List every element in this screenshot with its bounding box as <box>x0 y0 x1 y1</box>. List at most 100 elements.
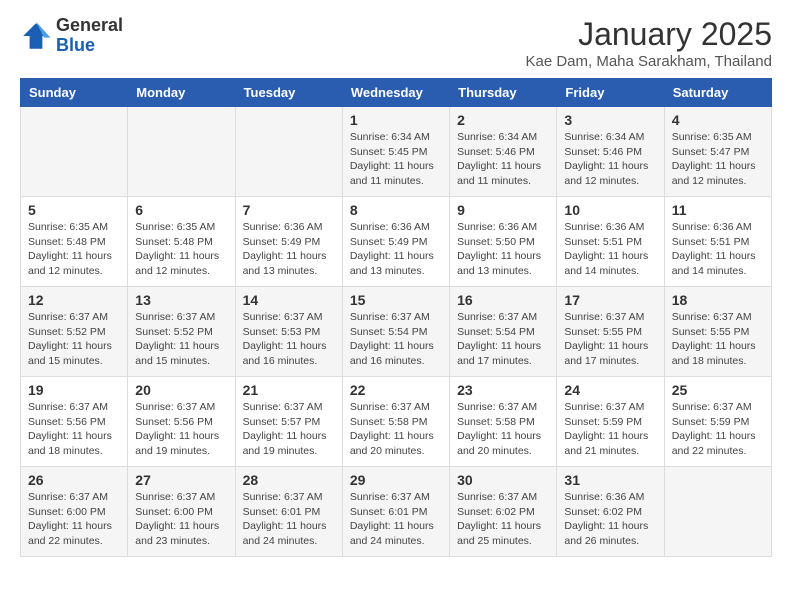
day-info: Sunrise: 6:36 AM Sunset: 6:02 PM Dayligh… <box>564 490 656 549</box>
day-info: Sunrise: 6:35 AM Sunset: 5:48 PM Dayligh… <box>135 220 227 279</box>
month-title: January 2025 <box>525 16 772 53</box>
day-number: 30 <box>457 472 549 488</box>
day-info: Sunrise: 6:37 AM Sunset: 5:54 PM Dayligh… <box>350 310 442 369</box>
logo-icon <box>20 20 52 52</box>
calendar-day-cell: 3 Sunrise: 6:34 AM Sunset: 5:46 PM Daylig… <box>557 107 664 197</box>
day-info: Sunrise: 6:35 AM Sunset: 5:47 PM Dayligh… <box>672 130 764 189</box>
day-number: 17 <box>564 292 656 308</box>
calendar-day-cell: 4 Sunrise: 6:35 AM Sunset: 5:47 PM Daylig… <box>664 107 771 197</box>
day-number: 15 <box>350 292 442 308</box>
day-number: 29 <box>350 472 442 488</box>
day-number: 25 <box>672 382 764 398</box>
day-number: 26 <box>28 472 120 488</box>
calendar-day-cell: 11Sunrise: 6:36 AM Sunset: 5:51 PM Dayli… <box>664 197 771 287</box>
day-info: Sunrise: 6:37 AM Sunset: 5:53 PM Dayligh… <box>243 310 335 369</box>
day-info: Sunrise: 6:37 AM Sunset: 5:56 PM Dayligh… <box>135 400 227 459</box>
calendar-day-cell: 13 Sunrise: 6:37 AM Sunset: 5:52 PM Dayli… <box>128 287 235 377</box>
day-number: 8 <box>350 202 442 218</box>
day-info: Sunrise: 6:35 AM Sunset: 5:48 PM Dayligh… <box>28 220 120 279</box>
weekday-header-tuesday: Tuesday <box>235 79 342 107</box>
calendar-day-cell: 14 Sunrise: 6:37 AM Sunset: 5:53 PM Dayli… <box>235 287 342 377</box>
day-info: Sunrise: 6:37 AM Sunset: 5:52 PM Dayligh… <box>135 310 227 369</box>
day-info: Sunrise: 6:34 AM Sunset: 5:45 PM Dayligh… <box>350 130 442 189</box>
location-title: Kae Dam, Maha Sarakham, Thailand <box>525 53 772 70</box>
calendar-week-row: 5 Sunrise: 6:35 AM Sunset: 5:48 PM Daylig… <box>21 197 772 287</box>
day-info: Sunrise: 6:37 AM Sunset: 5:56 PM Dayligh… <box>28 400 120 459</box>
day-info: Sunrise: 6:37 AM Sunset: 5:59 PM Dayligh… <box>672 400 764 459</box>
calendar-day-cell: 6 Sunrise: 6:35 AM Sunset: 5:48 PM Daylig… <box>128 197 235 287</box>
calendar-week-row: 12 Sunrise: 6:37 AM Sunset: 5:52 PM Dayli… <box>21 287 772 377</box>
day-number: 23 <box>457 382 549 398</box>
calendar-day-cell <box>128 107 235 197</box>
day-number: 11 <box>672 202 764 218</box>
day-info: Sunrise: 6:37 AM Sunset: 5:58 PM Dayligh… <box>350 400 442 459</box>
title-block: January 2025 Kae Dam, Maha Sarakham, Tha… <box>525 16 772 70</box>
day-number: 24 <box>564 382 656 398</box>
calendar-day-cell: 15 Sunrise: 6:37 AM Sunset: 5:54 PM Dayli… <box>342 287 449 377</box>
calendar-day-cell <box>664 467 771 557</box>
calendar-week-row: 26 Sunrise: 6:37 AM Sunset: 6:00 PM Dayli… <box>21 467 772 557</box>
day-number: 4 <box>672 112 764 128</box>
calendar-day-cell <box>21 107 128 197</box>
day-info: Sunrise: 6:37 AM Sunset: 5:59 PM Dayligh… <box>564 400 656 459</box>
day-info: Sunrise: 6:37 AM Sunset: 5:58 PM Dayligh… <box>457 400 549 459</box>
day-number: 10 <box>564 202 656 218</box>
logo-general-text: General <box>56 16 123 36</box>
day-number: 19 <box>28 382 120 398</box>
day-number: 12 <box>28 292 120 308</box>
day-number: 14 <box>243 292 335 308</box>
calendar-day-cell: 22Sunrise: 6:37 AM Sunset: 5:58 PM Dayli… <box>342 377 449 467</box>
day-info: Sunrise: 6:37 AM Sunset: 5:57 PM Dayligh… <box>243 400 335 459</box>
day-info: Sunrise: 6:34 AM Sunset: 5:46 PM Dayligh… <box>564 130 656 189</box>
calendar-day-cell: 5 Sunrise: 6:35 AM Sunset: 5:48 PM Daylig… <box>21 197 128 287</box>
day-number: 1 <box>350 112 442 128</box>
calendar-wrapper: SundayMondayTuesdayWednesdayThursdayFrid… <box>0 78 792 567</box>
calendar-day-cell <box>235 107 342 197</box>
day-number: 6 <box>135 202 227 218</box>
day-info: Sunrise: 6:36 AM Sunset: 5:50 PM Dayligh… <box>457 220 549 279</box>
calendar-day-cell: 17 Sunrise: 6:37 AM Sunset: 5:55 PM Dayli… <box>557 287 664 377</box>
day-info: Sunrise: 6:37 AM Sunset: 5:52 PM Dayligh… <box>28 310 120 369</box>
weekday-header-wednesday: Wednesday <box>342 79 449 107</box>
day-number: 27 <box>135 472 227 488</box>
day-info: Sunrise: 6:37 AM Sunset: 5:54 PM Dayligh… <box>457 310 549 369</box>
weekday-header-sunday: Sunday <box>21 79 128 107</box>
day-number: 31 <box>564 472 656 488</box>
calendar-day-cell: 25 Sunrise: 6:37 AM Sunset: 5:59 PM Dayli… <box>664 377 771 467</box>
day-info: Sunrise: 6:37 AM Sunset: 6:02 PM Dayligh… <box>457 490 549 549</box>
calendar-day-cell: 7Sunrise: 6:36 AM Sunset: 5:49 PM Daylig… <box>235 197 342 287</box>
logo-text: General Blue <box>56 16 123 56</box>
day-info: Sunrise: 6:37 AM Sunset: 6:01 PM Dayligh… <box>243 490 335 549</box>
day-number: 20 <box>135 382 227 398</box>
logo: General Blue <box>20 16 123 56</box>
weekday-header-row: SundayMondayTuesdayWednesdayThursdayFrid… <box>21 79 772 107</box>
day-info: Sunrise: 6:34 AM Sunset: 5:46 PM Dayligh… <box>457 130 549 189</box>
day-number: 5 <box>28 202 120 218</box>
calendar-week-row: 1 Sunrise: 6:34 AM Sunset: 5:45 PM Daylig… <box>21 107 772 197</box>
day-number: 3 <box>564 112 656 128</box>
day-number: 21 <box>243 382 335 398</box>
day-number: 9 <box>457 202 549 218</box>
calendar-day-cell: 8 Sunrise: 6:36 AM Sunset: 5:49 PM Daylig… <box>342 197 449 287</box>
calendar-day-cell: 30 Sunrise: 6:37 AM Sunset: 6:02 PM Dayli… <box>450 467 557 557</box>
weekday-header-saturday: Saturday <box>664 79 771 107</box>
calendar-day-cell: 23 Sunrise: 6:37 AM Sunset: 5:58 PM Dayli… <box>450 377 557 467</box>
day-number: 13 <box>135 292 227 308</box>
calendar-day-cell: 21 Sunrise: 6:37 AM Sunset: 5:57 PM Dayli… <box>235 377 342 467</box>
day-info: Sunrise: 6:37 AM Sunset: 5:55 PM Dayligh… <box>672 310 764 369</box>
day-info: Sunrise: 6:36 AM Sunset: 5:49 PM Dayligh… <box>350 220 442 279</box>
weekday-header-friday: Friday <box>557 79 664 107</box>
logo-blue-text: Blue <box>56 36 123 56</box>
weekday-header-monday: Monday <box>128 79 235 107</box>
calendar-table: SundayMondayTuesdayWednesdayThursdayFrid… <box>20 78 772 557</box>
calendar-day-cell: 16Sunrise: 6:37 AM Sunset: 5:54 PM Dayli… <box>450 287 557 377</box>
day-number: 2 <box>457 112 549 128</box>
calendar-day-cell: 12 Sunrise: 6:37 AM Sunset: 5:52 PM Dayli… <box>21 287 128 377</box>
calendar-day-cell: 10Sunrise: 6:36 AM Sunset: 5:51 PM Dayli… <box>557 197 664 287</box>
day-number: 18 <box>672 292 764 308</box>
day-info: Sunrise: 6:37 AM Sunset: 6:00 PM Dayligh… <box>28 490 120 549</box>
calendar-day-cell: 1 Sunrise: 6:34 AM Sunset: 5:45 PM Daylig… <box>342 107 449 197</box>
calendar-day-cell: 18 Sunrise: 6:37 AM Sunset: 5:55 PM Dayli… <box>664 287 771 377</box>
day-info: Sunrise: 6:37 AM Sunset: 5:55 PM Dayligh… <box>564 310 656 369</box>
calendar-week-row: 19 Sunrise: 6:37 AM Sunset: 5:56 PM Dayli… <box>21 377 772 467</box>
